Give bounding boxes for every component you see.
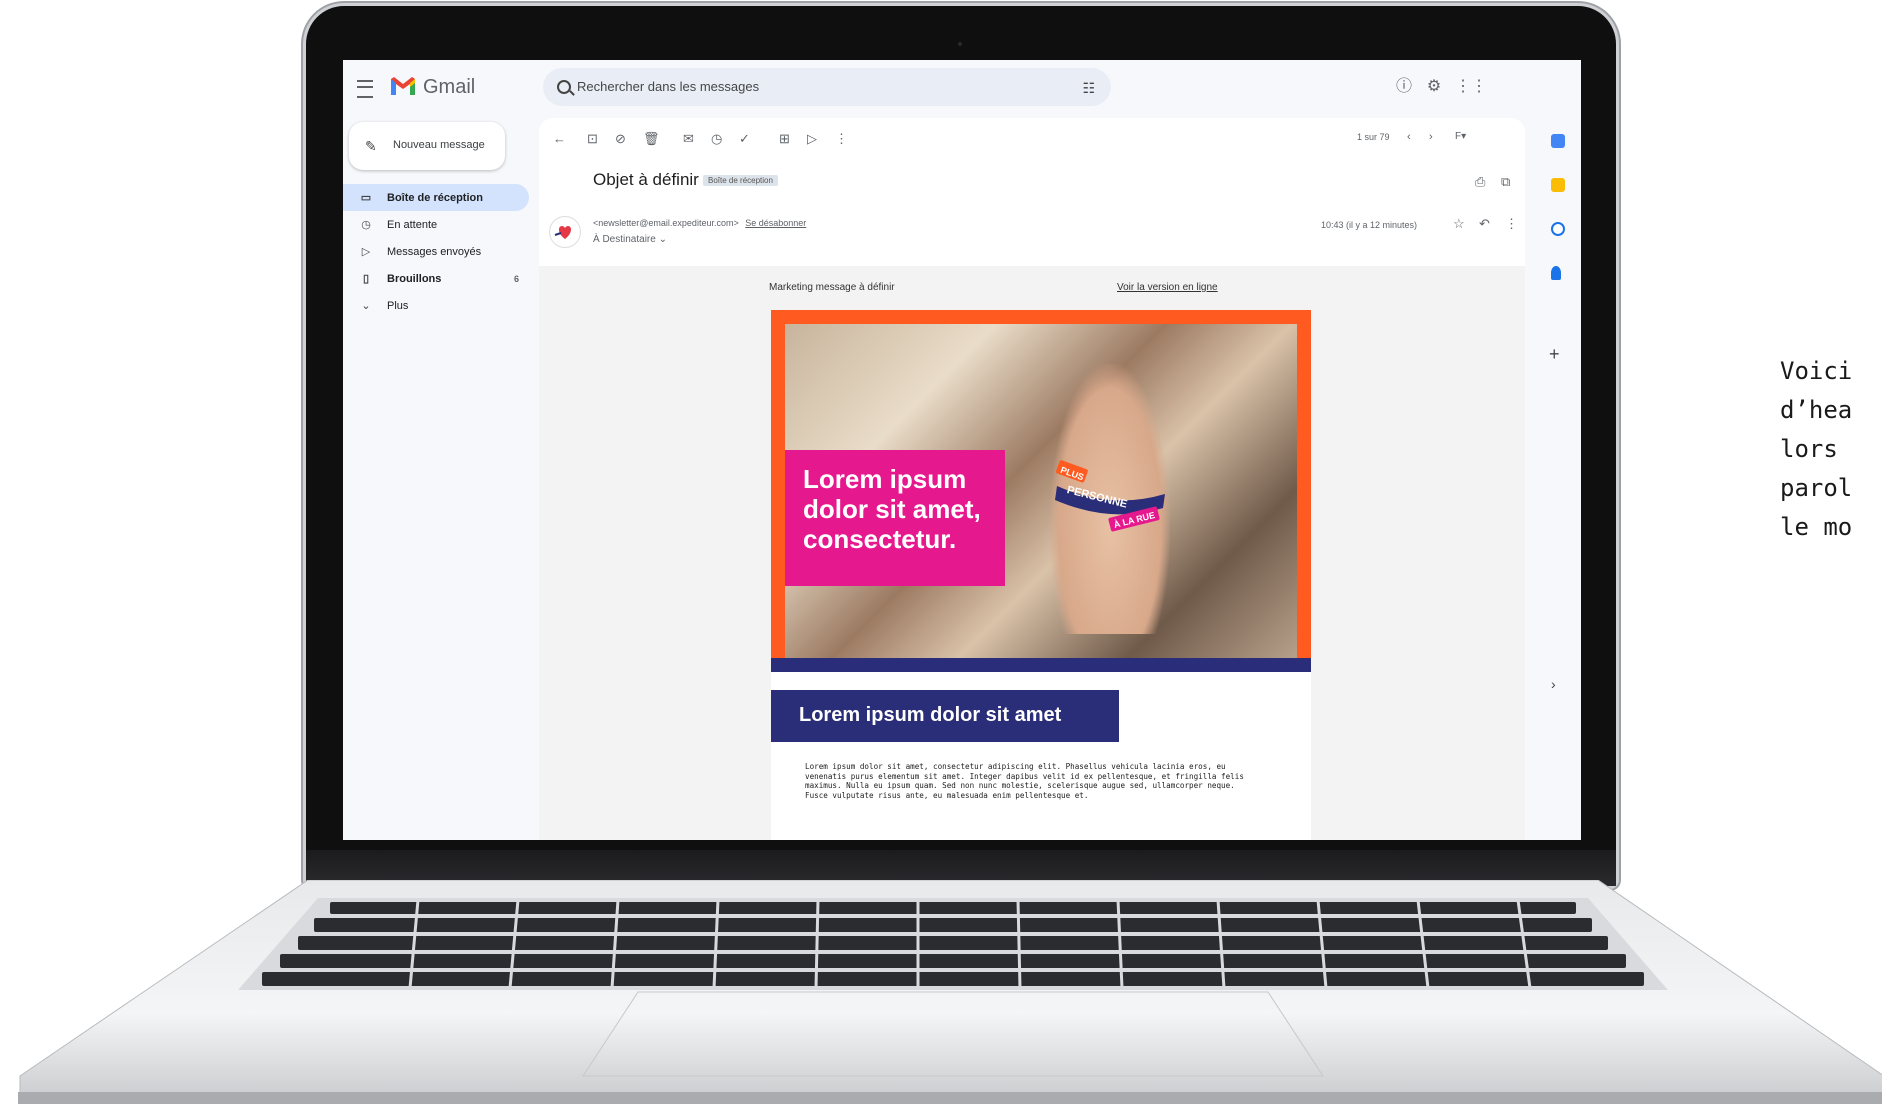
body-paragraph: Lorem ipsum dolor sit amet, consectetur … (805, 762, 1244, 800)
recipient-line[interactable]: À Destinataire ⌄ (593, 234, 667, 245)
side-caption: Voici d’hea lors parol le mo (1780, 357, 1853, 541)
search-input[interactable]: Rechercher dans les messages (577, 79, 759, 94)
hero-bottom-band (771, 658, 1311, 672)
hero-banner: Lorem ipsum dolor sit amet, consectetur.… (771, 310, 1311, 672)
sidebar-item-label: En attente (387, 218, 438, 231)
inbox-label-chip[interactable]: Boîte de réception (703, 175, 778, 186)
section-banner: Lorem ipsum dolor sit amet (771, 690, 1119, 742)
hero-text-box: Lorem ipsum dolor sit amet, consectetur. (785, 450, 1005, 586)
next-page-icon[interactable]: › (1429, 131, 1433, 143)
sidebar-item-label: Plus (387, 299, 409, 312)
apps-grid-icon[interactable]: ⋮⋮ (1455, 78, 1487, 96)
add-addon-icon[interactable]: + (1549, 344, 1560, 365)
archive-icon[interactable]: ⊡ (587, 131, 598, 147)
sidebar-item-inbox[interactable]: ▭ Boîte de réception (343, 184, 529, 211)
open-new-window-icon[interactable]: ⧉ (1501, 174, 1510, 190)
sender-address: <newsletter@email.expediteur.com> (593, 218, 739, 228)
search-icon[interactable] (557, 80, 571, 94)
sidebar-item-snoozed[interactable]: ◷ En attente (343, 211, 529, 238)
camera-icon (958, 42, 962, 46)
more-vert-icon[interactable]: ⋮ (1505, 216, 1518, 232)
clock-icon: ◷ (361, 219, 371, 231)
sidebar-nav: ▭ Boîte de réception ◷ En attente ▷ Mess… (343, 184, 529, 319)
laptop-screen: Gmail Rechercher dans les messages ☷ ⓘ ⚙… (343, 60, 1581, 840)
sender-avatar (549, 216, 581, 248)
delete-icon[interactable]: 🗑 (643, 131, 660, 147)
sidebar-item-label: Boîte de réception (387, 191, 483, 204)
report-spam-icon[interactable]: ⊘ (615, 131, 626, 147)
compose-label: Nouveau message (393, 139, 485, 151)
more-vert-icon[interactable]: ⋮ (835, 131, 848, 147)
plus-personne-a-la-rue-sticker: PLUS PERSONNE À LA RUE (1055, 460, 1165, 532)
gmail-logo-icon (391, 77, 415, 95)
heart-logo-icon (554, 226, 572, 239)
unsubscribe-link[interactable]: Se désabonner (745, 218, 806, 228)
sidebar-item-label: Messages envoyés (387, 245, 482, 258)
sidebar-item-sent[interactable]: ▷ Messages envoyés (343, 238, 529, 265)
message-view: ← ⊡ ⊘ 🗑 ✉ ◷ ✓ ⊞ ▷ ⋮ 1 sur 79 ‹ › F▾ Obje… (539, 118, 1525, 840)
back-arrow-icon[interactable]: ← (553, 131, 566, 146)
help-icon[interactable]: ⓘ (1395, 78, 1413, 96)
filter-options-icon[interactable]: ☷ (1082, 80, 1095, 97)
move-to-icon[interactable]: ⊞ (779, 131, 790, 147)
email-subject: Objet à définir (593, 170, 699, 189)
preheader-text: Marketing message à définir (769, 282, 895, 293)
send-icon: ▷ (361, 246, 371, 258)
chevron-down-icon[interactable]: ⌄ (659, 234, 667, 245)
draft-icon: ▯ (362, 273, 370, 285)
drafts-count: 6 (513, 273, 519, 284)
message-timestamp: 10:43 (il y a 12 minutes) (1321, 220, 1418, 230)
search-bar[interactable]: Rechercher dans les messages ☷ (543, 68, 1111, 106)
contacts-icon[interactable] (1551, 266, 1561, 280)
laptop-keyboard-base (18, 880, 1882, 1104)
app-name: Gmail (423, 76, 476, 98)
sender-email: <newsletter@email.expediteur.com> Se dés… (593, 218, 806, 228)
pagination-count: 1 sur 79 (1357, 132, 1390, 142)
expand-panel-icon[interactable]: › (1551, 676, 1556, 692)
menu-icon[interactable] (357, 80, 373, 98)
star-icon[interactable]: ☆ (1453, 216, 1465, 232)
chevron-down-icon: ⌄ (361, 300, 371, 312)
gmail-header: Gmail Rechercher dans les messages ☷ ⓘ ⚙… (343, 60, 1581, 118)
mark-unread-icon[interactable]: ✉ (683, 131, 694, 147)
prev-page-icon[interactable]: ‹ (1407, 131, 1411, 143)
recipient-name: À Destinataire (593, 234, 656, 245)
section-title: Lorem ipsum dolor sit amet (799, 704, 1062, 726)
add-task-icon[interactable]: ✓ (739, 131, 750, 147)
keep-icon[interactable] (1551, 178, 1565, 192)
web-version-link[interactable]: Voir la version en ligne (1117, 282, 1218, 293)
calendar-icon[interactable] (1551, 134, 1565, 148)
sidebar-item-drafts[interactable]: ▯ Brouillons 6 (343, 265, 529, 292)
hero-title: Lorem ipsum dolor sit amet, consectetur. (803, 464, 981, 554)
email-body: Marketing message à définir Voir la vers… (539, 266, 1525, 840)
snooze-icon[interactable]: ◷ (711, 131, 722, 147)
settings-gear-icon[interactable]: ⚙ (1425, 78, 1443, 96)
print-icon[interactable]: ⎙ (1475, 174, 1485, 190)
tasks-icon[interactable] (1551, 222, 1565, 236)
label-icon[interactable]: ▷ (807, 131, 817, 147)
inbox-icon: ▭ (360, 192, 372, 204)
compose-button[interactable]: ✎ Nouveau message (349, 122, 505, 170)
reply-icon[interactable]: ↶ (1479, 216, 1490, 232)
input-tools-icon[interactable]: F▾ (1455, 131, 1466, 142)
pencil-icon: ✎ (365, 138, 377, 154)
sidebar-item-label: Brouillons (387, 272, 442, 285)
sidebar-item-more[interactable]: ⌄ Plus (343, 292, 529, 319)
